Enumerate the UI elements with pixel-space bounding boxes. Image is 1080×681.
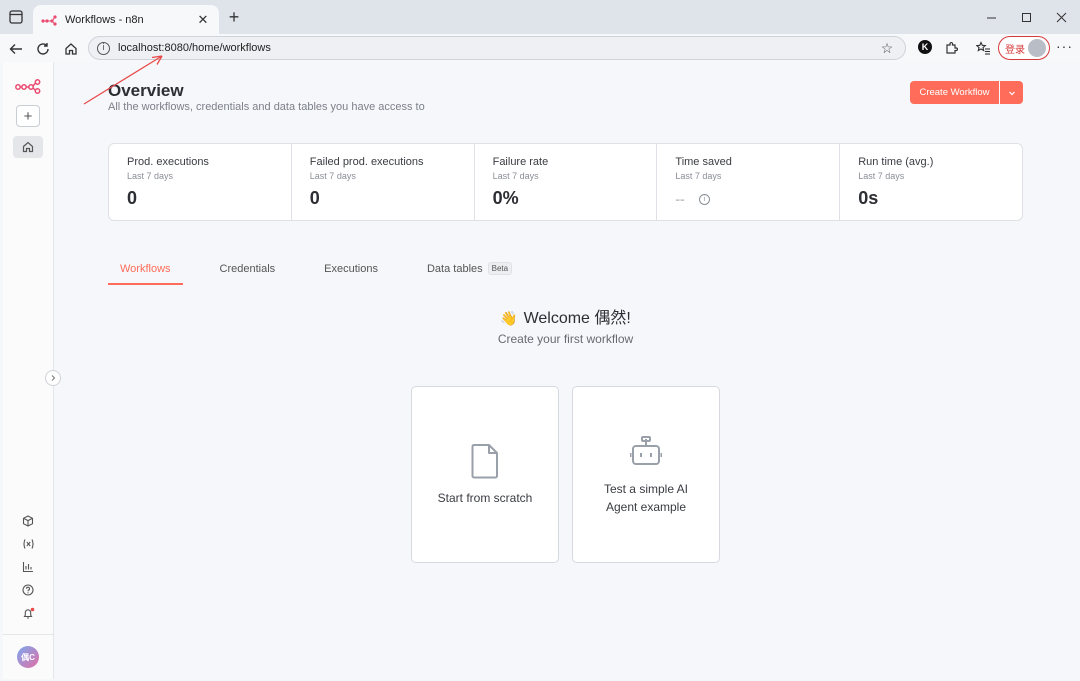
stat-period: Last 7 days (309, 171, 356, 181)
bell-icon[interactable] (20, 605, 36, 621)
stat-value: 0 (127, 188, 138, 208)
extension-icon[interactable] (942, 39, 960, 57)
avatar[interactable]: 偶C (17, 646, 39, 668)
stats-panel: Prod. executions Last 7 days 0 Failed pr… (108, 143, 1023, 221)
tab-data-tables[interactable]: Data tables Beta (415, 262, 524, 285)
card-label: Start from scratch (437, 490, 533, 505)
page-title: Overview (108, 81, 184, 100)
stat-failed-executions[interactable]: Failed prod. executions Last 7 days 0 (292, 144, 475, 220)
stat-period: Last 7 days (492, 171, 539, 181)
robot-icon (630, 435, 662, 465)
stat-value: 0 (309, 188, 320, 208)
sidebar-toggle-icon[interactable] (6, 7, 26, 27)
more-icon[interactable]: ··· (1056, 38, 1073, 54)
stat-period: Last 7 days (675, 171, 722, 181)
stat-value: -- (675, 191, 685, 207)
stat-prod-executions[interactable]: Prod. executions Last 7 days 0 (109, 144, 292, 220)
expand-chevron-icon[interactable] (45, 370, 61, 386)
window-close-icon[interactable] (1046, 6, 1076, 28)
variables-icon[interactable] (20, 536, 36, 552)
star-icon[interactable]: ☆ (877, 40, 897, 57)
login-label: 登录 (1005, 44, 1025, 56)
chevron-down-icon (1008, 91, 1015, 95)
welcome-title: Welcome 偶然! (523, 310, 631, 327)
stat-label: Time saved (675, 156, 732, 168)
stat-value: 0s (858, 188, 879, 208)
page-subtitle: All the workflows, credentials and data … (108, 101, 425, 113)
plus-icon[interactable]: + (224, 7, 244, 27)
browser-tab-bar: Workflows - n8n ✕ + (0, 0, 1080, 34)
create-workflow-button-group: Create Workflow (910, 81, 1023, 104)
url-bar[interactable]: i localhost:8080/home/workflows ☆ (88, 36, 906, 60)
close-icon[interactable]: ✕ (195, 12, 211, 28)
browser-tab[interactable]: Workflows - n8n ✕ (33, 5, 219, 34)
profile-avatar (1028, 39, 1046, 57)
create-dropdown-button[interactable] (1000, 81, 1023, 104)
refresh-icon[interactable] (32, 38, 54, 60)
favorites-icon[interactable] (974, 39, 992, 57)
card-label: Test a simple AI Agent example (603, 481, 689, 514)
tab-label: Workflows (120, 263, 171, 275)
tab-title: Workflows - n8n (65, 13, 144, 26)
tab-credentials[interactable]: Credentials (208, 263, 288, 285)
maximize-icon[interactable] (1011, 6, 1041, 28)
welcome-heading: 👋 Welcome 偶然! (108, 304, 1023, 328)
tab-workflows[interactable]: Workflows (108, 263, 183, 285)
start-from-scratch-card[interactable]: Start from scratch (411, 386, 559, 563)
stat-label: Failed prod. executions (309, 156, 424, 168)
tab-executions[interactable]: Executions (312, 263, 390, 285)
ai-agent-example-card[interactable]: Test a simple AI Agent example (572, 386, 720, 563)
templates-icon[interactable] (20, 513, 36, 529)
home-icon[interactable] (60, 38, 82, 60)
beta-badge: Beta (487, 262, 513, 275)
stat-label: Failure rate (492, 156, 549, 168)
stat-value: 0% (492, 188, 519, 208)
file-icon (471, 443, 498, 478)
content-tabs: Workflows Credentials Executions Data ta… (108, 262, 549, 285)
stat-label: Run time (avg.) (858, 156, 934, 168)
info-icon[interactable]: i (698, 193, 710, 205)
main-content: Overview All the workflows, credentials … (54, 62, 1078, 679)
help-icon[interactable] (20, 582, 36, 598)
tab-label: Credentials (219, 263, 276, 275)
sidebar-divider (3, 634, 53, 635)
welcome-subtitle: Create your first workflow (497, 332, 634, 346)
address-bar: i localhost:8080/home/workflows ☆ K 登录 ·… (0, 34, 1080, 62)
add-button[interactable]: + (16, 105, 40, 127)
extension-k-icon[interactable]: K (918, 40, 932, 54)
stat-period: Last 7 days (858, 171, 905, 181)
tab-label: Executions (324, 263, 378, 275)
stat-run-time[interactable]: Run time (avg.) Last 7 days 0s (840, 144, 1022, 220)
stat-value-row: -- i (675, 191, 839, 207)
stat-failure-rate[interactable]: Failure rate Last 7 days 0% (475, 144, 658, 220)
url-text[interactable]: localhost:8080/home/workflows (118, 42, 877, 54)
login-button[interactable]: 登录 (998, 36, 1050, 60)
home-nav-button[interactable] (13, 136, 43, 158)
back-icon[interactable] (5, 38, 27, 60)
waving-hand-icon: 👋 (500, 311, 518, 327)
stat-time-saved[interactable]: Time saved Last 7 days -- i (657, 144, 841, 220)
info-icon[interactable]: i (97, 41, 110, 55)
minimize-icon[interactable] (976, 6, 1006, 28)
insights-icon[interactable] (20, 559, 36, 575)
sidebar: + 偶C (3, 62, 61, 679)
n8n-app: + 偶C Overview All the workflows, credent… (0, 62, 1080, 681)
create-workflow-button[interactable]: Create Workflow (910, 81, 999, 104)
stat-period: Last 7 days (127, 171, 174, 181)
n8n-favicon (41, 14, 57, 26)
n8n-logo-icon[interactable] (15, 78, 41, 94)
stat-label: Prod. executions (127, 156, 209, 168)
home-icon (22, 141, 34, 153)
tab-label: Data tables (426, 263, 483, 275)
